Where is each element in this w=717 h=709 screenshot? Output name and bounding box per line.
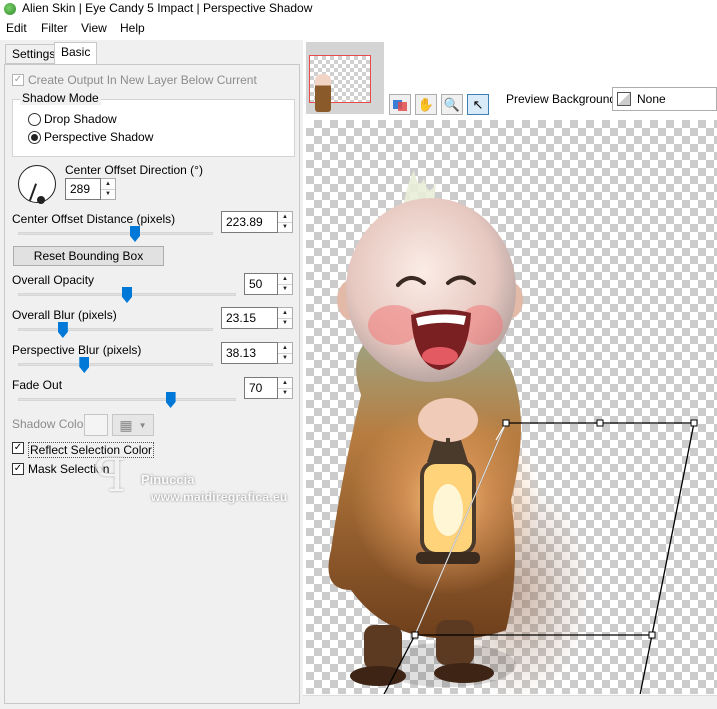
preview-background-value: None: [637, 92, 666, 106]
navigator-thumbnail[interactable]: [309, 55, 371, 112]
palette-button[interactable]: ▦ ▼: [112, 414, 154, 436]
create-output-label: Create Output In New Layer Below Current: [28, 73, 257, 87]
perspective-blur-label: Perspective Blur (pixels): [12, 343, 142, 357]
perspective-blur-spinner[interactable]: 38.13 ▲ ▼: [221, 342, 293, 364]
spin-down-icon[interactable]: ▼: [278, 352, 292, 364]
menu-filter[interactable]: Filter: [41, 21, 68, 35]
bbox-handle-top-right[interactable]: [690, 419, 698, 427]
distance-slider-track[interactable]: [18, 232, 213, 235]
spin-up-icon[interactable]: ▲: [101, 179, 115, 189]
fade-out-input[interactable]: 70: [244, 377, 278, 399]
watermark-logo-icon: ꟼ: [95, 448, 126, 502]
watermark-url: www.maidiregrafica.eu: [151, 490, 288, 504]
fade-out-label: Fade Out: [12, 378, 63, 392]
perspective-blur-slider-track[interactable]: [18, 363, 213, 366]
menu-bar: Edit Filter View Help: [0, 19, 717, 39]
menu-edit[interactable]: Edit: [6, 21, 27, 35]
lantern-flame: [433, 484, 463, 536]
right-leg: [436, 620, 474, 665]
zoom-icon[interactable]: 🔍: [441, 94, 463, 115]
blur-input[interactable]: 23.15: [221, 307, 278, 329]
spin-up-icon[interactable]: ▲: [278, 212, 292, 222]
drop-shadow-label: Drop Shadow: [44, 112, 117, 126]
direction-spinner[interactable]: 289 ▲ ▼: [65, 178, 116, 200]
status-bar: [303, 695, 717, 709]
distance-label: Center Offset Distance (pixels): [12, 212, 176, 226]
shadow-mode-title: Shadow Mode: [20, 91, 101, 105]
blur-label: Overall Blur (pixels): [12, 308, 117, 322]
spin-down-icon[interactable]: ▼: [278, 317, 292, 329]
preview-canvas[interactable]: [306, 120, 717, 694]
preview-artwork[interactable]: [306, 120, 717, 694]
bounding-box-edge-right: [639, 634, 653, 694]
watermark-name: Pinuccia: [141, 472, 195, 487]
reset-bounding-box-button[interactable]: Reset Bounding Box: [13, 246, 164, 266]
hands: [418, 398, 478, 442]
tongue: [422, 347, 458, 365]
preview-panel: ✋ 🔍 ↖ Preview Background: None: [303, 40, 717, 709]
preview-background-select[interactable]: None: [612, 87, 717, 111]
title-bar: Alien Skin | Eye Candy 5 Impact | Perspe…: [0, 0, 717, 18]
none-swatch-icon: [617, 92, 631, 106]
spin-down-icon[interactable]: ▼: [101, 188, 115, 200]
blur-spinner[interactable]: 23.15 ▲ ▼: [221, 307, 293, 329]
watermark: ꟼ Pinuccia www.maidiregrafica.eu: [95, 448, 310, 508]
spin-up-icon[interactable]: ▲: [278, 308, 292, 318]
perspective-shadow-radio[interactable]: [28, 131, 41, 144]
pointer-icon[interactable]: ↖: [467, 94, 489, 115]
shadow-color-swatch[interactable]: [84, 414, 108, 436]
shadow-color-label: Shadow Color: [12, 417, 88, 431]
distance-spinner[interactable]: 223.89 ▲ ▼: [221, 211, 293, 233]
thumbnail-figure: [315, 74, 331, 112]
palette-grid-icon: ▦: [119, 416, 133, 433]
perspective-shadow-label: Perspective Shadow: [44, 130, 154, 144]
opacity-spinner[interactable]: 50 ▲ ▼: [244, 273, 293, 295]
bbox-handle-bottom-left[interactable]: [411, 631, 419, 639]
bbox-handle-bottom-right[interactable]: [648, 631, 656, 639]
direction-dial-knob[interactable]: [37, 196, 45, 204]
bbox-handle-top-mid[interactable]: [596, 419, 604, 427]
preview-tools: ✋ 🔍 ↖: [389, 94, 489, 115]
left-leg: [364, 625, 402, 670]
hand-icon[interactable]: ✋: [415, 94, 437, 115]
toggle-preview-icon[interactable]: [389, 94, 411, 115]
opacity-input[interactable]: 50: [244, 273, 278, 295]
shadow-mode-group: [12, 99, 295, 157]
menu-help[interactable]: Help: [120, 21, 145, 35]
create-output-checkbox[interactable]: ✓: [12, 74, 24, 86]
preview-background-label: Preview Background:: [506, 92, 620, 106]
menu-view[interactable]: View: [81, 21, 107, 35]
spin-up-icon[interactable]: ▲: [278, 274, 292, 284]
spin-up-icon[interactable]: ▲: [278, 343, 292, 353]
spin-up-icon[interactable]: ▲: [278, 378, 292, 388]
spin-down-icon[interactable]: ▼: [278, 283, 292, 295]
spin-down-icon[interactable]: ▼: [278, 387, 292, 399]
reflect-selection-color-checkbox[interactable]: ✓: [12, 442, 24, 454]
fade-out-slider-track[interactable]: [18, 398, 236, 401]
fade-out-spinner[interactable]: 70 ▲ ▼: [244, 377, 293, 399]
perspective-blur-input[interactable]: 38.13: [221, 342, 278, 364]
opacity-label: Overall Opacity: [12, 273, 95, 287]
blur-slider-track[interactable]: [18, 328, 213, 331]
navigator: [306, 42, 384, 114]
app-icon: [4, 3, 16, 15]
spin-down-icon[interactable]: ▼: [278, 221, 292, 233]
chevron-down-icon: ▼: [138, 420, 147, 430]
direction-label: Center Offset Direction (°): [65, 163, 203, 177]
window-title: Alien Skin | Eye Candy 5 Impact | Perspe…: [22, 1, 313, 15]
drop-shadow-radio[interactable]: [28, 113, 41, 126]
direction-input[interactable]: 289: [65, 178, 101, 200]
mask-selection-checkbox[interactable]: ✓: [12, 463, 24, 475]
tab-basic[interactable]: Basic: [54, 42, 98, 64]
bbox-handle-top-left[interactable]: [502, 419, 510, 427]
right-foot: [434, 663, 494, 683]
distance-input[interactable]: 223.89: [221, 211, 278, 233]
